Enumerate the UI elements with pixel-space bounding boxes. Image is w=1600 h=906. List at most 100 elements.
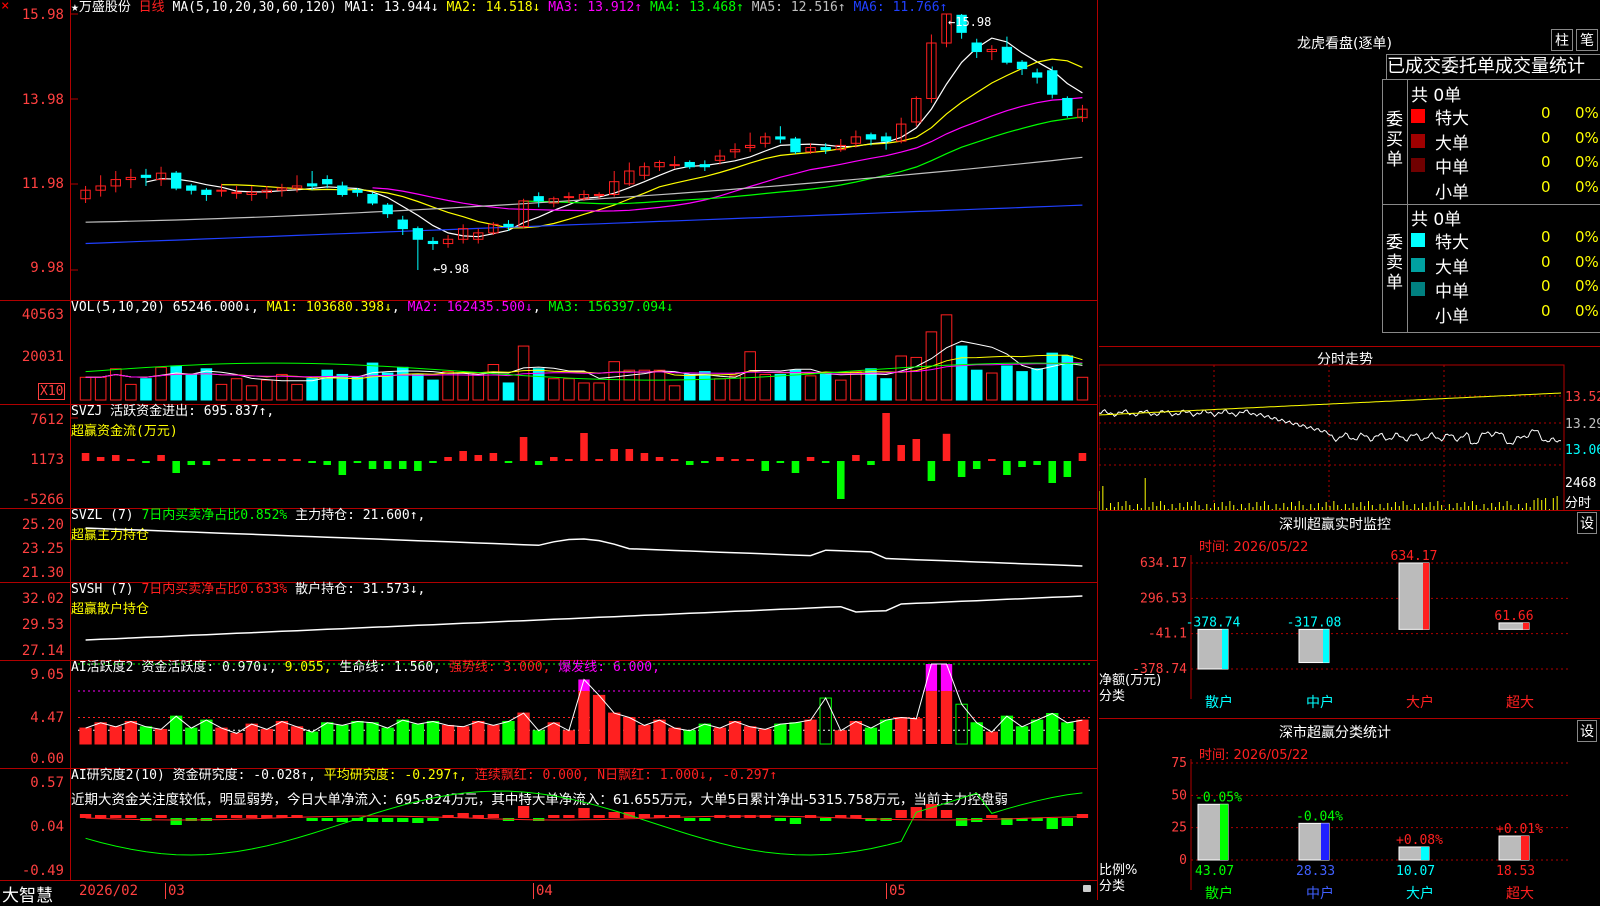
order-count: 0	[1541, 228, 1551, 246]
fund-flow-bar	[96, 457, 105, 461]
brand-label[interactable]: 大智慧	[2, 881, 53, 906]
activity-bar	[638, 724, 651, 745]
candle-body	[352, 189, 363, 193]
activity-bar	[290, 726, 304, 745]
buy-side-label: 委买单	[1386, 110, 1403, 170]
svzl-chart[interactable]	[0, 508, 1097, 582]
panel-divider	[1097, 0, 1098, 900]
volume-bar	[185, 373, 198, 401]
volume-bar	[699, 371, 711, 401]
order-count: 0	[1541, 153, 1551, 171]
activity-bar	[759, 728, 772, 745]
fund-flow-bar	[1003, 461, 1011, 475]
volume-bar	[125, 383, 137, 401]
research-bar	[548, 815, 560, 818]
bar-value-label: -317.08	[1287, 615, 1342, 630]
ma-line	[523, 116, 1083, 205]
ai-research-panel[interactable]: 0.57 0.04 -0.49 AI研究度2(10) 资金研究度: -0.028…	[0, 768, 1097, 880]
volume-bar	[834, 379, 847, 401]
fund-flow-bar	[474, 455, 483, 461]
research-bar	[246, 815, 258, 818]
research-bar	[336, 818, 348, 822]
volume-bar	[895, 355, 907, 401]
volume-panel[interactable]: 40563 20031 X10 VOL(5,10,20) 65246.000↓,…	[0, 300, 1097, 405]
svzl-panel[interactable]: 25.20 23.25 21.30 SVZL (7) 7日内买卖净占比0.852…	[0, 508, 1097, 583]
candle-body	[397, 219, 408, 230]
fund-flow-bar	[791, 461, 800, 473]
activity-bar	[426, 720, 440, 745]
monitor-panel[interactable]: 深圳超赢实时监控 设 时间: 2026/05/22 634.17 296.53 -4…	[1099, 510, 1600, 719]
monitor-chart[interactable]: 634.17296.53-41.1-378.74-378.74散户-317.08…	[1099, 511, 1600, 719]
fund-flow-bar	[383, 461, 392, 469]
intraday-panel[interactable]: 分时走势 13.52 13.29 13.06 2468 分时	[1099, 346, 1600, 511]
candlestick-chart[interactable]	[0, 0, 1097, 300]
activity-bar	[834, 730, 847, 745]
tick-mode-button[interactable]: 笔	[1576, 29, 1598, 51]
fund-flow-bar	[338, 461, 347, 475]
volume-bar	[1046, 352, 1059, 401]
volume-bar	[109, 368, 122, 401]
research-bar	[1076, 814, 1089, 818]
volume-chart[interactable]	[0, 300, 1097, 404]
volume-bar	[230, 378, 243, 401]
activity-bar	[94, 722, 107, 745]
volume-bar	[608, 361, 620, 401]
fund-flow-bar	[368, 461, 377, 469]
fund-flow-bar	[504, 461, 513, 463]
svsh-chart[interactable]	[0, 582, 1097, 660]
volume-bar	[79, 376, 92, 401]
volume-bar	[744, 351, 756, 401]
order-color-swatch	[1411, 257, 1425, 272]
order-count: 0	[1541, 177, 1551, 196]
candle-body	[669, 164, 680, 167]
lhb-stats-tab[interactable]: 已成交委托单成交量统计	[1386, 54, 1600, 80]
ai-activity-panel[interactable]: 9.05 4.47 0.00 AI活跃度2 资金活跃度: 0.970↓, 9.0…	[0, 660, 1097, 769]
volume-bar	[245, 385, 258, 401]
svzj-chart[interactable]	[0, 404, 1097, 508]
candle-body	[1062, 97, 1073, 117]
lock-icon[interactable]	[1083, 885, 1091, 892]
bar-mode-button[interactable]: 柱	[1551, 29, 1573, 51]
candle-body	[533, 196, 544, 202]
activity-bar	[683, 730, 696, 745]
kline-panel[interactable]: 15.98 13.98 11.98 9.98 ★万盛股份 日线 MA(5,10,…	[0, 0, 1097, 301]
fund-flow-bar	[519, 437, 528, 461]
research-bar	[638, 814, 651, 818]
research-bar	[155, 815, 167, 818]
fund-flow-bar	[1033, 461, 1041, 465]
order-percent: 0%	[1575, 153, 1599, 171]
fund-flow-bar	[459, 451, 467, 461]
fund-flow-bar	[761, 461, 770, 471]
fund-flow-bar	[534, 461, 543, 465]
svzj-panel[interactable]: 7612 1173 -5266 SVZJ 活跃资金进出: 695.837↑, 超…	[0, 404, 1097, 509]
volume-bar	[155, 366, 167, 401]
classify-panel[interactable]: 深市超赢分类统计 设 时间: 2026/05/22 75 50 25 0 -0.05% 4…	[1099, 718, 1600, 901]
svsh-panel[interactable]: 32.02 29.53 27.14 SVSH (7) 7日内买卖净占比0.633…	[0, 582, 1097, 661]
activity-bar	[955, 703, 968, 745]
classify-chart[interactable]: 75 50 25 0 -0.05% 43.07 散户 -0.04% 28.33 中户 +0.08% 1…	[1099, 719, 1600, 901]
classify-bar-edge	[1321, 823, 1329, 860]
research-bar	[1061, 818, 1074, 826]
research-bar	[517, 806, 530, 818]
category-label: 大户	[1406, 694, 1434, 711]
fund-flow-bar	[142, 461, 150, 463]
candle-body	[820, 147, 831, 151]
candle-body	[216, 189, 227, 192]
y-tick: 634.17	[1140, 556, 1187, 571]
volume-bar	[502, 382, 515, 401]
holding-line	[85, 527, 1083, 567]
research-bar	[110, 815, 122, 818]
y-tick: 50	[1171, 788, 1187, 803]
order-size-label: 小单	[1435, 306, 1469, 327]
candle-body	[790, 138, 801, 153]
ai-research-chart[interactable]	[0, 768, 1097, 880]
order-percent: 0%	[1575, 104, 1599, 122]
order-total: 共 0单	[1411, 210, 1462, 230]
candle-body	[231, 191, 242, 194]
monitor-bar-edge	[1423, 563, 1429, 630]
fund-flow-bar	[127, 459, 135, 461]
intraday-chart[interactable]	[1099, 347, 1600, 511]
y-tick: 13.29	[1565, 417, 1600, 432]
ai-activity-chart[interactable]	[0, 660, 1097, 768]
category-label: 中户	[1306, 885, 1334, 901]
